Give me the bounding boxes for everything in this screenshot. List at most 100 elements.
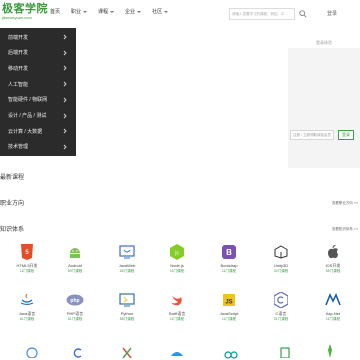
category-item[interactable]: 前端开发 [0, 30, 76, 44]
category-label: 云计算 / 大数据 [8, 128, 43, 135]
category-label: 前端开发 [8, 34, 29, 41]
category-label: 后端开发 [8, 50, 29, 57]
nav-item-enterprise[interactable]: 企业 [125, 8, 142, 16]
course-card[interactable]: iOS开发 65门课程 [315, 244, 351, 280]
course-count: 11门课程 [169, 269, 185, 273]
course-card[interactable]: B Bootstrap 11门课程 [211, 244, 247, 280]
logo-subtext: jikexueyuan.com [2, 15, 32, 20]
main-nav: 首页 职业 课程 企业 社区 [50, 8, 179, 16]
category-item[interactable]: 移动开发 [0, 61, 76, 75]
search-icon [299, 10, 307, 18]
nav-label: 首页 [50, 9, 61, 15]
chevron-down-icon [110, 11, 115, 13]
nav-item-home[interactable]: 首页 [50, 8, 60, 16]
swift-icon [168, 292, 186, 308]
category-item[interactable]: 人工智能 [0, 77, 76, 91]
course-name: Android [68, 263, 82, 268]
logo-text: 极客学院 [2, 3, 48, 15]
search-button[interactable] [297, 8, 309, 20]
course-card[interactable]: Swift语言 11门课程 [159, 292, 195, 328]
course-count: 11门课程 [221, 317, 237, 321]
course-card[interactable]: JavaWeb 65门课程 [109, 244, 145, 280]
register-button[interactable]: 注册 / 立即领取体验会员 [290, 130, 334, 140]
login-card-body [288, 48, 360, 168]
course-name: JavaScript [219, 311, 239, 316]
course-card[interactable]: JS JavaScript 11门课程 [211, 292, 247, 328]
svg-text:js: js [174, 251, 179, 257]
chevron-right-icon [63, 34, 67, 40]
chevron-down-icon [137, 11, 142, 13]
apple-icon [324, 244, 342, 260]
course-card[interactable]: Unity3D 30门课程 [263, 244, 299, 280]
python-icon [118, 292, 136, 308]
course-count: 81门课程 [67, 317, 83, 321]
nav-label: 社区 [152, 9, 163, 15]
course-card[interactable]: 5 HTML5开发 11门课程 [9, 244, 45, 280]
login-actions: 注册 / 立即领取体验会员 登录 [288, 130, 360, 142]
partial-course-icon [171, 352, 183, 356]
section-title-latest: 最新课程 [0, 175, 25, 181]
category-label: 人工智能 [8, 81, 29, 88]
course-card[interactable]: Asp.Net 11门课程 [315, 292, 351, 328]
course-count: 59门课程 [67, 269, 83, 273]
course-card[interactable]: js Node.js 11门课程 [159, 244, 195, 280]
course-count: 88门课程 [119, 317, 135, 321]
course-name: Node.js [170, 263, 184, 268]
partial-course-icon [224, 351, 238, 359]
category-item[interactable]: 云计算 / 大数据 [0, 124, 76, 138]
course-count: 11门课程 [221, 269, 237, 273]
course-count: 11门课程 [169, 317, 185, 321]
nav-item-career[interactable]: 职业 [71, 8, 88, 16]
course-card[interactable]: Python 88门课程 [109, 292, 145, 328]
aspnet-icon [324, 292, 342, 308]
chevron-right-icon [63, 97, 67, 103]
course-card[interactable]: C语言 31门课程 [263, 292, 299, 328]
course-name: Unity3D [273, 263, 289, 268]
course-card[interactable]: Android 59门课程 [57, 244, 93, 280]
partial-course-icon [280, 347, 290, 358]
category-item[interactable]: 智能硬件 / 物联网 [0, 93, 76, 107]
chevron-right-icon [63, 113, 67, 118]
nav-label: 课程 [98, 9, 109, 15]
search-input[interactable] [232, 10, 284, 18]
search-box [229, 8, 295, 20]
android-icon [66, 244, 84, 260]
course-count: 65门课程 [325, 269, 341, 273]
career-more-link[interactable]: 查看职业方向 >> [332, 201, 358, 206]
section-title-career: 职业方向 [0, 201, 25, 207]
nav-item-courses[interactable]: 课程 [98, 8, 115, 16]
course-count: 11门课程 [325, 317, 341, 321]
course-card[interactable]: Java语言 61门课程 [9, 292, 45, 328]
course-count: 61门课程 [19, 317, 35, 321]
course-name: JavaWeb [118, 263, 136, 268]
login-button[interactable]: 登录 [338, 130, 354, 140]
java-icon [18, 292, 36, 308]
javascript-icon: JS [220, 292, 238, 308]
php-icon: php [66, 292, 84, 308]
partial-course-icon [328, 344, 332, 358]
svg-text:B: B [226, 248, 232, 257]
category-item[interactable]: 技术管理 [0, 140, 76, 154]
course-count: 11门课程 [19, 269, 35, 273]
svg-text:JS: JS [225, 300, 232, 306]
svg-text:php: php [70, 298, 79, 304]
category-item[interactable]: 设计 / 产品 / 测试 [0, 109, 76, 123]
login-link[interactable]: 登录 [327, 10, 337, 17]
site-logo[interactable]: 极客学院 jikexueyuan.com [2, 3, 50, 25]
course-name: Asp.Net [325, 311, 341, 316]
nav-label: 职业 [71, 9, 82, 15]
partial-course-icon [73, 348, 82, 358]
nodejs-icon: js [168, 244, 186, 260]
knowledge-more-link[interactable]: 查看知识体系 >> [332, 227, 358, 232]
course-card[interactable]: php PHP语言 81门课程 [57, 292, 93, 328]
category-item[interactable]: 后端开发 [0, 46, 76, 60]
category-label: 智能硬件 / 物联网 [8, 97, 48, 104]
top-header: 极客学院 jikexueyuan.com 首页 职业 课程 企业 社区 登录 [0, 0, 360, 28]
category-menu: 前端开发后端开发移动开发人工智能智能硬件 / 物联网设计 / 产品 / 测试云计… [0, 28, 76, 156]
nav-item-community[interactable]: 社区 [152, 8, 169, 16]
chevron-right-icon [63, 66, 67, 71]
category-label: 技术管理 [8, 144, 29, 151]
category-label: 移动开发 [8, 65, 29, 72]
html5-icon: 5 [18, 244, 36, 260]
bootstrap-icon: B [220, 244, 238, 260]
